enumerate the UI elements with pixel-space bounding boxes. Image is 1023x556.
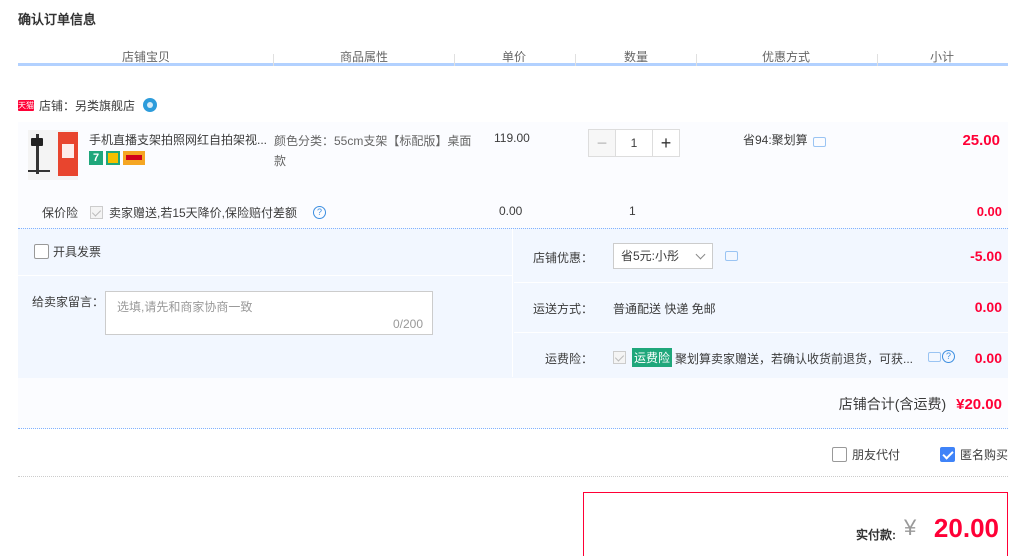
- tmall-logo: 天猫: [18, 99, 34, 111]
- message-char-counter: 0/200: [392, 317, 423, 331]
- insurance-price: 0.00: [499, 204, 523, 218]
- message-label: 给卖家留言：: [32, 295, 105, 309]
- shipping-row: 运送方式： 普通配送 快递 免邮 0.00: [514, 283, 1008, 333]
- product-title-link[interactable]: 手机直播支架拍照网红自拍架视...: [89, 131, 269, 148]
- message-textarea[interactable]: 选填,请先和商家协商一致 0/200: [105, 291, 433, 335]
- quantity-stepper: − 1 +: [588, 129, 680, 157]
- help-icon[interactable]: ?: [313, 206, 326, 219]
- column-header-promo: 优惠方式: [761, 50, 810, 64]
- insurance-description: 卖家赠送,若15天降价,保险赔付差额: [109, 206, 298, 220]
- shop-total-amount: ¥20.00: [956, 395, 1002, 413]
- insurance-subtotal: 0.00: [976, 204, 1002, 219]
- unit-price: 119.00: [494, 131, 530, 145]
- shop-discount-value: 省5元:小彤: [621, 249, 680, 263]
- column-headers: 店铺宝贝 商品属性 单价 数量 优惠方式 小计: [18, 46, 1008, 66]
- shop-total: 店铺合计(含运费) ¥20.00: [839, 394, 1002, 414]
- quantity-decrease-button[interactable]: −: [588, 129, 616, 157]
- freight-insurance-icons: ?: [928, 350, 955, 363]
- help-icon[interactable]: ?: [942, 350, 955, 363]
- item-subtotal: 25.00: [962, 132, 1000, 149]
- seven-day-return-icon[interactable]: 7: [89, 151, 103, 165]
- promo-text: 省94:聚划算: [743, 133, 808, 147]
- shop-total-label: 店铺合计(含运费): [838, 396, 947, 412]
- friend-pay-label: 朋友代付: [852, 448, 901, 462]
- actual-payment-box: 实付款: ¥ 20.00: [583, 492, 1008, 556]
- shipping-amount: 0.00: [974, 299, 1002, 315]
- anonymous-purchase-option[interactable]: 匿名购买: [940, 446, 1008, 463]
- service-badges: 7: [89, 151, 145, 165]
- invoice-label: 开具发票: [53, 245, 102, 259]
- comment-icon[interactable]: [812, 136, 826, 147]
- shop-row: 天猫 店铺：另类旗舰店: [18, 97, 158, 114]
- item-row: 手机直播支架拍照网红自拍架视... 7 颜色分类：55cm支架【标配版】桌面款 …: [18, 122, 1008, 228]
- product-thumbnail[interactable]: [28, 130, 78, 180]
- wangwang-chat-icon[interactable]: [143, 98, 158, 112]
- column-header-price: 单价: [501, 50, 526, 64]
- column-header-qty: 数量: [623, 50, 648, 64]
- column-header-props: 商品属性: [339, 50, 388, 64]
- column-header-subtotal: 小计: [929, 50, 954, 64]
- column-separator: [696, 54, 697, 66]
- shop-charges-pane: 店铺优惠： 省5元:小彤 -5.00 运送方式： 普通配送 快递 免邮 0.00…: [514, 229, 1008, 377]
- insurance-label: 保价险: [42, 206, 79, 220]
- insurance-checkbox[interactable]: [90, 206, 103, 219]
- invoice-option[interactable]: 开具发票: [34, 243, 101, 260]
- product-property: 颜色分类：55cm支架【标配版】桌面款: [274, 134, 472, 168]
- anonymous-purchase-label: 匿名购买: [960, 448, 1009, 462]
- column-separator: [273, 54, 274, 66]
- shop-discount-label: 店铺优惠：: [532, 251, 593, 265]
- insurance-quantity: 1: [629, 204, 636, 218]
- column-separator: [454, 54, 455, 66]
- freight-insurance-tag: 运费险: [632, 348, 673, 367]
- comment-icon[interactable]: [928, 351, 941, 362]
- shop-name-link[interactable]: 店铺：另类旗舰店: [39, 97, 135, 114]
- shop-discount-select[interactable]: 省5元:小彤: [613, 243, 713, 269]
- quantity-input[interactable]: 1: [616, 129, 652, 157]
- anonymous-purchase-checkbox[interactable]: [940, 447, 955, 462]
- friend-pay-checkbox[interactable]: [832, 447, 847, 462]
- freight-insurance-label: 运费险：: [544, 352, 593, 366]
- guarantee-icon[interactable]: [106, 151, 120, 165]
- page-title: 确认订单信息: [18, 12, 97, 27]
- actual-payment-label: 实付款:: [856, 528, 896, 542]
- order-extras-panel: 开具发票 给卖家留言： 选填,请先和商家协商一致 0/200 店铺优惠： 省5元…: [18, 228, 1008, 378]
- actual-payment-amount: 20.00: [933, 513, 999, 543]
- comment-icon[interactable]: [725, 251, 738, 261]
- message-placeholder: 选填,请先和商家协商一致: [117, 300, 253, 314]
- buyer-options-pane: 开具发票 给卖家留言： 选填,请先和商家协商一致 0/200: [18, 229, 513, 377]
- promo-method: 省94:聚划算: [743, 131, 826, 148]
- shop-discount-row: 店铺优惠： 省5元:小彤 -5.00: [514, 229, 1008, 283]
- freight-insurance-description: 聚划算卖家赠送，若确认收货前退货，可获...: [675, 352, 914, 366]
- shipping-label: 运送方式：: [532, 302, 593, 316]
- column-separator: [575, 54, 576, 66]
- column-separator: [877, 54, 878, 66]
- shop-discount-amount: -5.00: [970, 248, 1002, 264]
- friend-pay-option[interactable]: 朋友代付: [832, 446, 900, 463]
- payment-options: 朋友代付 匿名购买: [18, 430, 1008, 477]
- currency-symbol: ¥: [904, 515, 917, 540]
- chevron-down-icon: [695, 249, 706, 260]
- freight-insurance-amount: 0.00: [974, 350, 1002, 366]
- order-block: 手机直播支架拍照网红自拍架视... 7 颜色分类：55cm支架【标配版】桌面款 …: [18, 122, 1008, 429]
- shipping-method: 普通配送 快递 免邮: [613, 302, 716, 316]
- column-header-item: 店铺宝贝: [121, 50, 170, 64]
- divider: [18, 275, 513, 276]
- invoice-checkbox[interactable]: [34, 244, 49, 259]
- quantity-increase-button[interactable]: +: [652, 129, 680, 157]
- credit-card-icon[interactable]: [123, 151, 145, 165]
- freight-insurance-checkbox[interactable]: [613, 351, 626, 364]
